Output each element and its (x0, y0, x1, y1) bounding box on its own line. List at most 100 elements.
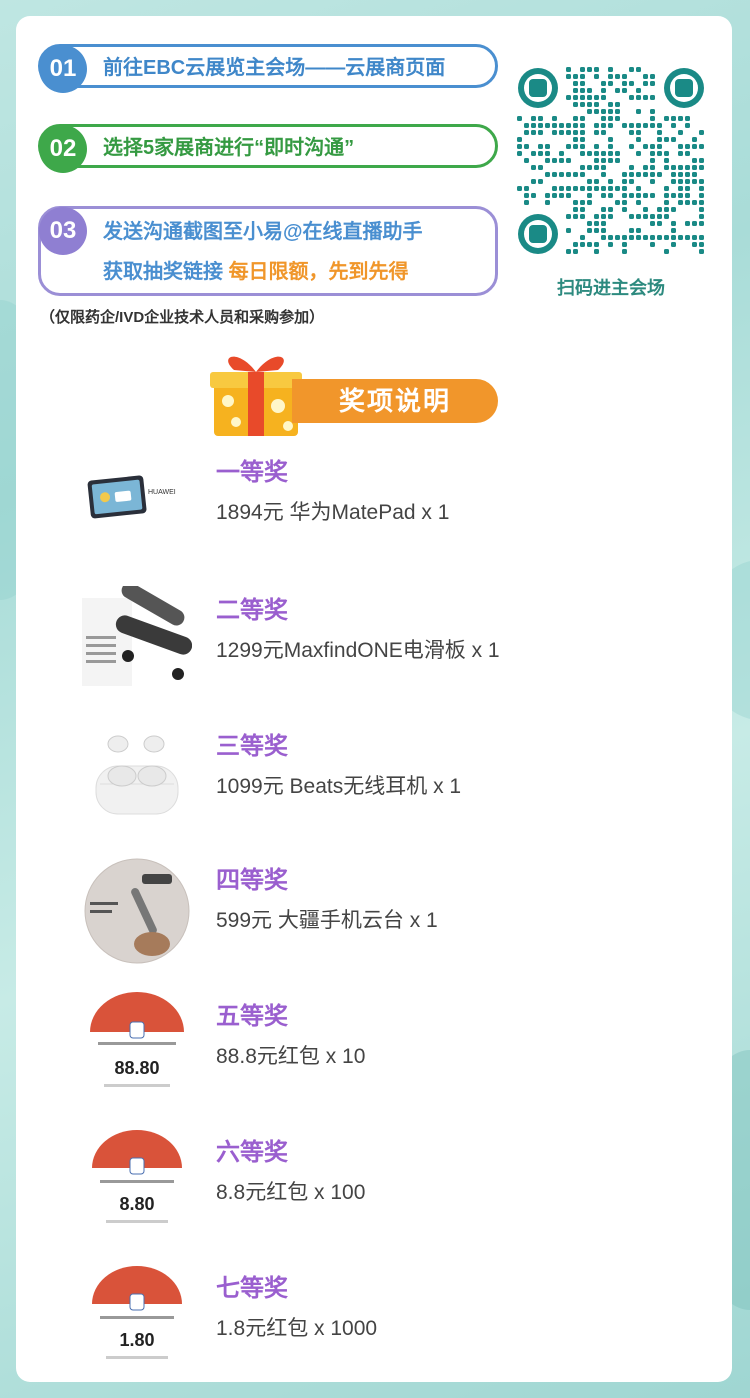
qr-module (594, 158, 599, 163)
qr-module (552, 172, 557, 177)
qr-module (664, 235, 669, 240)
qr-module (636, 151, 641, 156)
qr-module (636, 95, 641, 100)
step-number: 02 (39, 125, 87, 173)
qr-module (643, 172, 648, 177)
qr-module (650, 242, 655, 247)
qr-module (573, 88, 578, 93)
qr-module (615, 74, 620, 79)
qr-module (643, 214, 648, 219)
qr-module (587, 88, 592, 93)
qr-module (594, 109, 599, 114)
qr-module (566, 249, 571, 254)
qr-module (699, 221, 704, 226)
qr-module (587, 102, 592, 107)
step-2: 02 选择5家展商进行“即时沟通” (38, 124, 498, 173)
qr-module (580, 186, 585, 191)
prize-description: 599元 大疆手机云台 x 1 (216, 909, 438, 932)
qr-module (657, 214, 662, 219)
qr-module (601, 116, 606, 121)
qr-module (608, 123, 613, 128)
qr-module (636, 130, 641, 135)
qr-module (622, 235, 627, 240)
qr-module (594, 186, 599, 191)
prize-description: 1894元 华为MatePad x 1 (216, 501, 450, 524)
qr-module (657, 172, 662, 177)
qr-module (650, 221, 655, 226)
qr-module (615, 200, 620, 205)
qr-module (594, 221, 599, 226)
qr-module (594, 74, 599, 79)
qr-module (664, 116, 669, 121)
qr-module (622, 81, 627, 86)
qr-module (657, 151, 662, 156)
qr-module (699, 207, 704, 212)
qr-module (573, 95, 578, 100)
qr-module (671, 193, 676, 198)
qr-module (699, 158, 704, 163)
qr-module (580, 200, 585, 205)
qr-module (629, 123, 634, 128)
qr-module (643, 123, 648, 128)
qr-module (629, 235, 634, 240)
limit-highlight: 每日限额，先到先得 (228, 261, 409, 283)
qr-module (587, 67, 592, 72)
qr-module (657, 207, 662, 212)
qr-module (636, 67, 641, 72)
qr-module (650, 235, 655, 240)
qr-module (685, 116, 690, 121)
qr-module (629, 130, 634, 135)
qr-code-icon[interactable] (516, 66, 706, 256)
qr-module (643, 74, 648, 79)
qr-module (573, 242, 578, 247)
qr-module (545, 123, 550, 128)
qr-module (580, 165, 585, 170)
qr-module (594, 249, 599, 254)
qr-module (685, 144, 690, 149)
qr-module (643, 165, 648, 170)
qr-module (566, 130, 571, 135)
qr-module (580, 130, 585, 135)
qr-module (685, 221, 690, 226)
qr-module (650, 116, 655, 121)
qr-module (678, 172, 683, 177)
qr-module (671, 172, 676, 177)
qr-module (573, 102, 578, 107)
qr-module (671, 228, 676, 233)
qr-module (622, 186, 627, 191)
qr-module (636, 123, 641, 128)
red-envelope-image: 1.80 (92, 1266, 182, 1359)
qr-module (524, 158, 529, 163)
prize-item-2: 二等奖 1299元MaxfindONE电滑板 x 1 (76, 586, 716, 696)
qr-module (573, 200, 578, 205)
qr-module (678, 200, 683, 205)
qr-module (685, 200, 690, 205)
qr-module (650, 74, 655, 79)
qr-module (594, 144, 599, 149)
qr-module (524, 193, 529, 198)
qr-module (531, 116, 536, 121)
qr-module (650, 81, 655, 86)
qr-module (657, 137, 662, 142)
qr-module (650, 109, 655, 114)
qr-module (678, 235, 683, 240)
qr-module (622, 172, 627, 177)
qr-module (531, 123, 536, 128)
qr-module (608, 81, 613, 86)
qr-module (643, 95, 648, 100)
qr-module (699, 186, 704, 191)
prize-description: 1099元 Beats无线耳机 x 1 (216, 775, 462, 798)
qr-module (559, 130, 564, 135)
qr-module (671, 207, 676, 212)
qr-module (622, 123, 627, 128)
qr-module (587, 200, 592, 205)
qr-module (559, 193, 564, 198)
qr-module (678, 130, 683, 135)
qr-module (615, 158, 620, 163)
qr-module (587, 193, 592, 198)
qr-module (531, 193, 536, 198)
qr-module (566, 95, 571, 100)
qr-module (580, 137, 585, 142)
qr-module (580, 151, 585, 156)
qr-caption: 扫码进主会场 (557, 278, 665, 298)
